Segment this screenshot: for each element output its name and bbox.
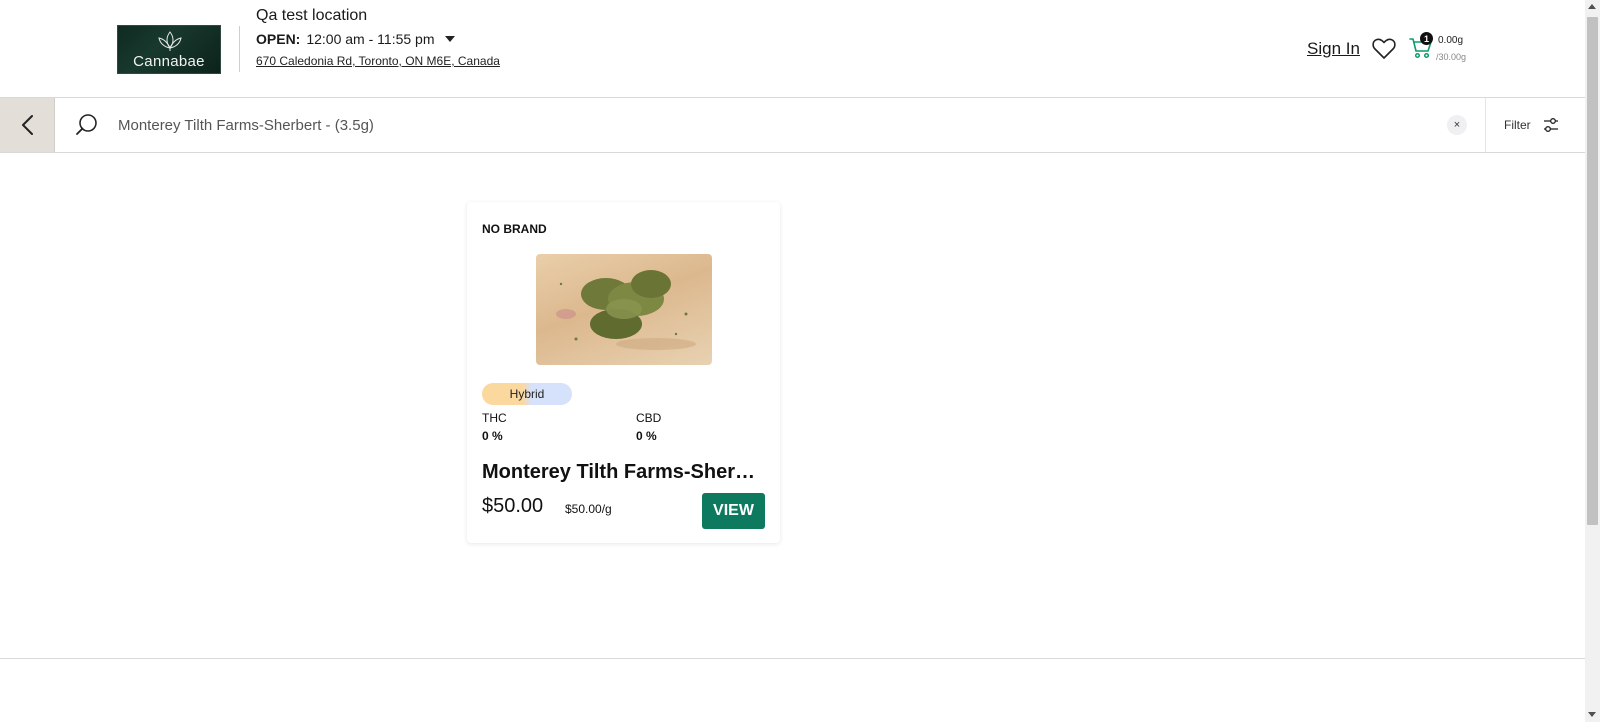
- sign-in-link[interactable]: Sign In: [1307, 39, 1360, 59]
- product-card[interactable]: NO BRAND Hybrid THC 0 % CBD 0 % Monterey…: [467, 202, 780, 543]
- clear-search-button[interactable]: ×: [1447, 115, 1467, 135]
- scroll-up-arrow-icon[interactable]: [1588, 4, 1596, 9]
- search-icon: [76, 114, 97, 135]
- header-divider: [239, 26, 240, 72]
- store-logo[interactable]: Cannabae: [117, 25, 221, 74]
- cannabis-bud-image: [556, 270, 696, 350]
- unit-price: $50.00/g: [565, 502, 612, 516]
- back-button[interactable]: [0, 98, 55, 152]
- filter-button[interactable]: Filter: [1485, 98, 1585, 152]
- page-scrollbar[interactable]: [1585, 0, 1600, 722]
- store-address-link[interactable]: 670 Caledonia Rd, Toronto, ON M6E, Canad…: [256, 54, 500, 68]
- hours-text: 12:00 am - 11:55 pm: [306, 31, 435, 47]
- heart-icon[interactable]: [1372, 38, 1396, 60]
- thc-label: THC: [482, 411, 507, 425]
- store-hours[interactable]: OPEN: 12:00 am - 11:55 pm: [256, 31, 455, 47]
- sliders-icon: [1543, 118, 1558, 132]
- search-input[interactable]: [118, 112, 1418, 138]
- footer-divider: [0, 658, 1585, 659]
- site-header: Cannabae Qa test location OPEN: 12:00 am…: [0, 0, 1585, 98]
- chevron-down-icon[interactable]: [444, 36, 455, 42]
- scroll-down-arrow-icon[interactable]: [1588, 712, 1596, 717]
- search-bar: × Filter: [0, 98, 1585, 153]
- scrollbar-thumb[interactable]: [1587, 17, 1598, 525]
- cart-weight: 0.00g: [1438, 35, 1464, 46]
- cbd-label: CBD: [636, 411, 662, 425]
- open-label: OPEN:: [256, 31, 301, 47]
- product-price: $50.00: [482, 495, 544, 517]
- location-title: Qa test location: [256, 7, 368, 24]
- filter-label: Filter: [1504, 118, 1531, 132]
- cart-limit: /30.00g: [1436, 52, 1467, 62]
- view-button[interactable]: VIEW: [702, 493, 765, 529]
- leaf-icon: [158, 31, 182, 51]
- product-image[interactable]: [536, 254, 712, 365]
- strain-type-badge: Hybrid: [482, 383, 572, 405]
- chevron-left-icon: [22, 115, 33, 135]
- cart-count-badge: 1: [1420, 32, 1433, 45]
- product-name[interactable]: Monterey Tilth Farms-Sherbert - (3.5g): [482, 461, 767, 484]
- thc-value: 0 %: [482, 429, 503, 443]
- logo-text: Cannabae: [133, 53, 205, 70]
- product-brand: NO BRAND: [482, 222, 547, 236]
- cbd-value: 0 %: [636, 429, 657, 443]
